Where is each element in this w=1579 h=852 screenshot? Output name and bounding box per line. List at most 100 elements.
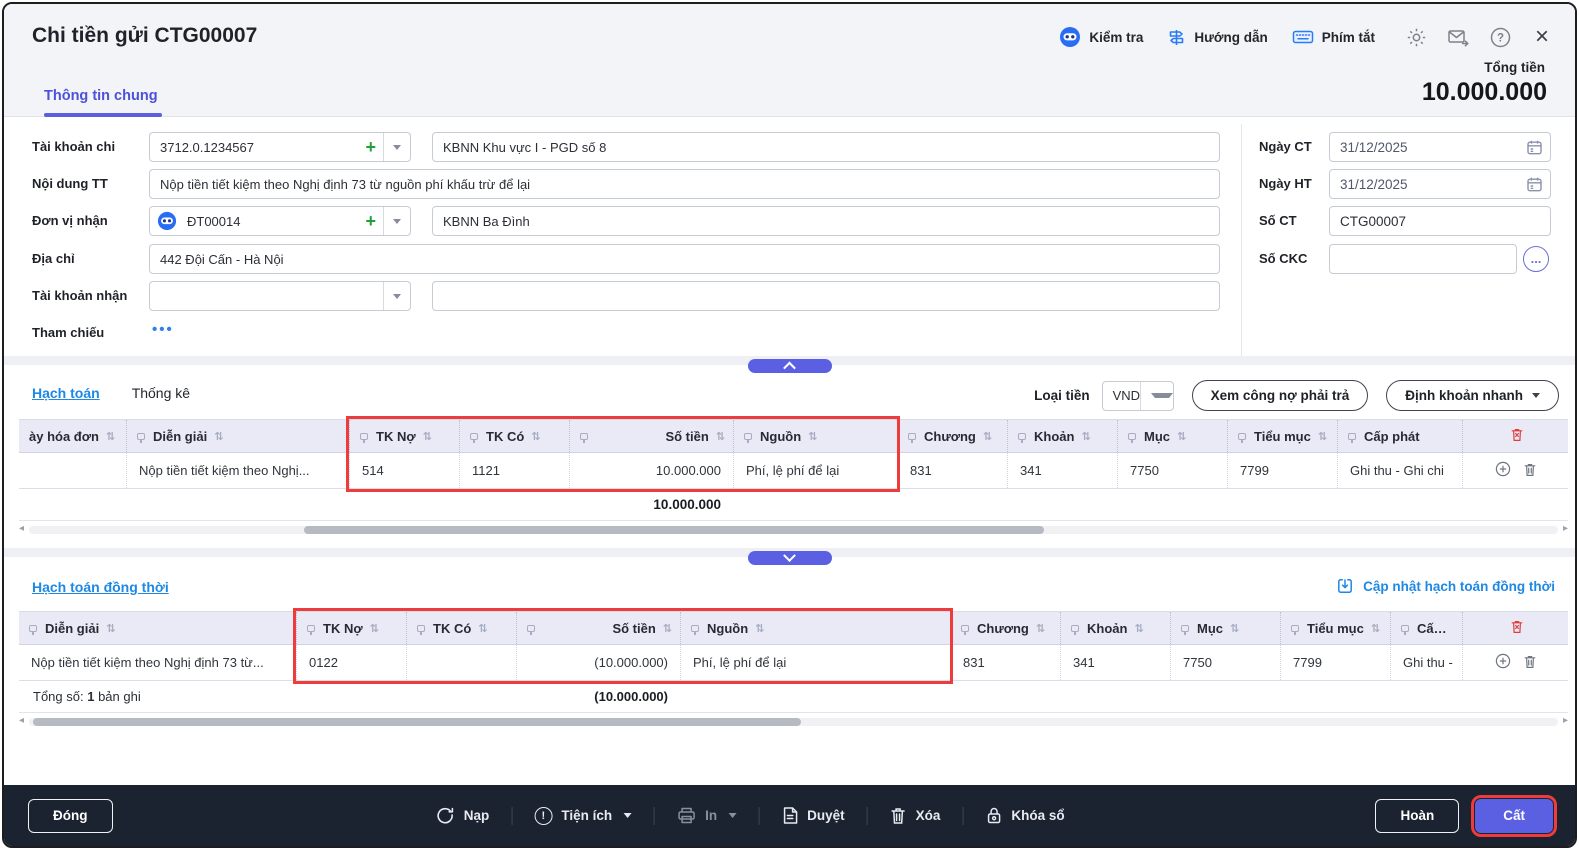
quick-posting-button[interactable]: Định khoản nhanh	[1386, 380, 1559, 411]
scroll-left-icon[interactable]: ◂	[19, 523, 24, 534]
column-header[interactable]: Cấp phát	[1337, 420, 1462, 452]
mail-send-icon[interactable]	[1447, 26, 1469, 48]
pay-account-code-input[interactable]	[150, 140, 358, 155]
payment-content-input[interactable]	[149, 169, 1220, 199]
column-header[interactable]: Mục⇅	[1117, 420, 1227, 452]
cell[interactable]: 514	[349, 453, 459, 488]
row-add-button[interactable]	[1495, 653, 1511, 672]
delete-column-icon[interactable]	[1510, 619, 1524, 637]
scroll-right-icon[interactable]: ▸	[1563, 715, 1568, 726]
column-header[interactable]: Khoản⇅	[1007, 420, 1117, 452]
cell[interactable]: 7750	[1170, 645, 1280, 680]
view-payable-debt-button[interactable]: Xem công nợ phải trả	[1192, 380, 1369, 411]
column-header[interactable]: Cấp ph	[1390, 612, 1462, 644]
cell[interactable]	[406, 645, 516, 680]
column-header[interactable]: TK Nợ⇅	[349, 420, 459, 452]
receiver-unit-dropdown[interactable]	[383, 207, 410, 235]
save-button[interactable]: Cất	[1475, 799, 1553, 833]
column-header[interactable]: Tiểu mục⇅	[1227, 420, 1337, 452]
reference-dots-button[interactable]: •••	[152, 321, 174, 338]
utilities-button[interactable]: ! Tiện ích	[534, 807, 631, 825]
tab-general-info[interactable]: Thông tin chung	[44, 88, 158, 104]
column-header[interactable]: Nguồn⇅	[733, 420, 897, 452]
tab-accounting[interactable]: Hạch toán	[32, 385, 100, 401]
receiver-unit-name-input[interactable]	[432, 206, 1220, 236]
tab-statistics[interactable]: Thống kê	[132, 385, 190, 401]
lock-button[interactable]: Khóa sổ	[985, 806, 1064, 825]
currency-dropdown[interactable]	[1140, 382, 1173, 410]
cell[interactable]: 341	[1007, 453, 1117, 488]
cell[interactable]: Nộp tiền tiết kiệm theo Nghị định 73 từ.…	[19, 645, 296, 680]
simultaneous-title-link[interactable]: Hạch toán đồng thời	[32, 579, 169, 595]
currency-select[interactable]: VND	[1102, 381, 1174, 411]
scrollbar-thumb[interactable]	[304, 526, 1044, 534]
pay-account-dropdown[interactable]	[383, 133, 410, 161]
receive-account-code-input[interactable]	[150, 289, 383, 304]
shortcut-button[interactable]: Phím tắt	[1292, 28, 1375, 46]
cell[interactable]: 831	[897, 453, 1007, 488]
ckc-no-input[interactable]	[1330, 252, 1516, 267]
calendar-icon[interactable]	[1526, 139, 1543, 156]
guide-button[interactable]: Hướng dẫn	[1167, 28, 1267, 47]
column-header[interactable]: Chương⇅	[950, 612, 1060, 644]
cell[interactable]: Phí, lệ phí để lại	[680, 645, 950, 680]
voucher-no-input[interactable]	[1330, 214, 1550, 229]
cell[interactable]: Ghi thu - Ghi chi	[1337, 453, 1462, 488]
add-plus-icon[interactable]: +	[358, 207, 383, 235]
cell[interactable]	[19, 453, 126, 488]
collapse-down-button[interactable]	[748, 551, 832, 565]
column-header[interactable]: TK Có⇅	[459, 420, 569, 452]
column-header[interactable]: Chương⇅	[897, 420, 1007, 452]
cell[interactable]: 7799	[1227, 453, 1337, 488]
scroll-right-icon[interactable]: ▸	[1563, 523, 1568, 534]
approve-button[interactable]: Duyệt	[781, 806, 845, 825]
cell[interactable]: 341	[1060, 645, 1170, 680]
help-icon[interactable]: ?	[1489, 26, 1511, 48]
reload-button[interactable]: Nạp	[436, 806, 490, 825]
scrollbar-thumb[interactable]	[33, 718, 801, 726]
cell[interactable]: (10.000.000)	[516, 645, 680, 680]
check-button[interactable]: Kiểm tra	[1059, 26, 1143, 48]
horizontal-scrollbar[interactable]: ◂ ▸	[19, 525, 1568, 535]
column-header[interactable]: Khoản⇅	[1060, 612, 1170, 644]
gear-icon[interactable]	[1405, 26, 1427, 48]
ckc-more-button[interactable]: ...	[1523, 246, 1549, 272]
add-plus-icon[interactable]: +	[358, 133, 383, 161]
close-icon[interactable]: ×	[1531, 26, 1553, 48]
cell[interactable]: 831	[950, 645, 1060, 680]
row-delete-button[interactable]	[1523, 462, 1537, 480]
update-simultaneous-button[interactable]: Cập nhật hạch toán đồng thời	[1336, 577, 1555, 595]
address-input[interactable]	[149, 244, 1220, 274]
column-header[interactable]: Mục⇅	[1170, 612, 1280, 644]
column-header[interactable]: ày hóa đơn⇅	[19, 420, 126, 452]
column-header[interactable]: Số tiền⇅	[516, 612, 680, 644]
calendar-icon[interactable]	[1526, 176, 1543, 193]
posting-date-input[interactable]	[1330, 177, 1526, 192]
horizontal-scrollbar[interactable]: ◂ ▸	[19, 717, 1568, 727]
receive-account-dropdown[interactable]	[383, 282, 410, 310]
voucher-date-input[interactable]	[1330, 140, 1526, 155]
undo-button[interactable]: Hoàn	[1375, 799, 1459, 833]
column-header[interactable]: TK Nợ⇅	[296, 612, 406, 644]
print-button[interactable]: In	[676, 806, 736, 825]
delete-column-icon[interactable]	[1510, 427, 1524, 445]
collapse-up-button[interactable]	[748, 359, 832, 373]
column-header[interactable]: Diễn giải⇅	[126, 420, 349, 452]
row-add-button[interactable]	[1495, 461, 1511, 480]
cell[interactable]: 7799	[1280, 645, 1390, 680]
pay-account-name-input[interactable]	[432, 132, 1220, 162]
delete-button[interactable]: Xóa	[890, 806, 941, 825]
cell[interactable]: 7750	[1117, 453, 1227, 488]
close-button[interactable]: Đóng	[28, 799, 113, 833]
cell[interactable]: Ghi thu -	[1390, 645, 1462, 680]
column-header[interactable]: TK Có⇅	[406, 612, 516, 644]
cell[interactable]: 10.000.000	[569, 453, 733, 488]
column-header[interactable]: Diễn giải⇅	[19, 612, 296, 644]
cell[interactable]: 1121	[459, 453, 569, 488]
scroll-left-icon[interactable]: ◂	[19, 715, 24, 726]
row-delete-button[interactable]	[1523, 654, 1537, 672]
column-header[interactable]: Số tiền⇅	[569, 420, 733, 452]
cell[interactable]: Nộp tiền tiết kiệm theo Nghị...	[126, 453, 349, 488]
cell[interactable]: Phí, lệ phí để lại	[733, 453, 897, 488]
column-header[interactable]: Nguồn⇅	[680, 612, 950, 644]
